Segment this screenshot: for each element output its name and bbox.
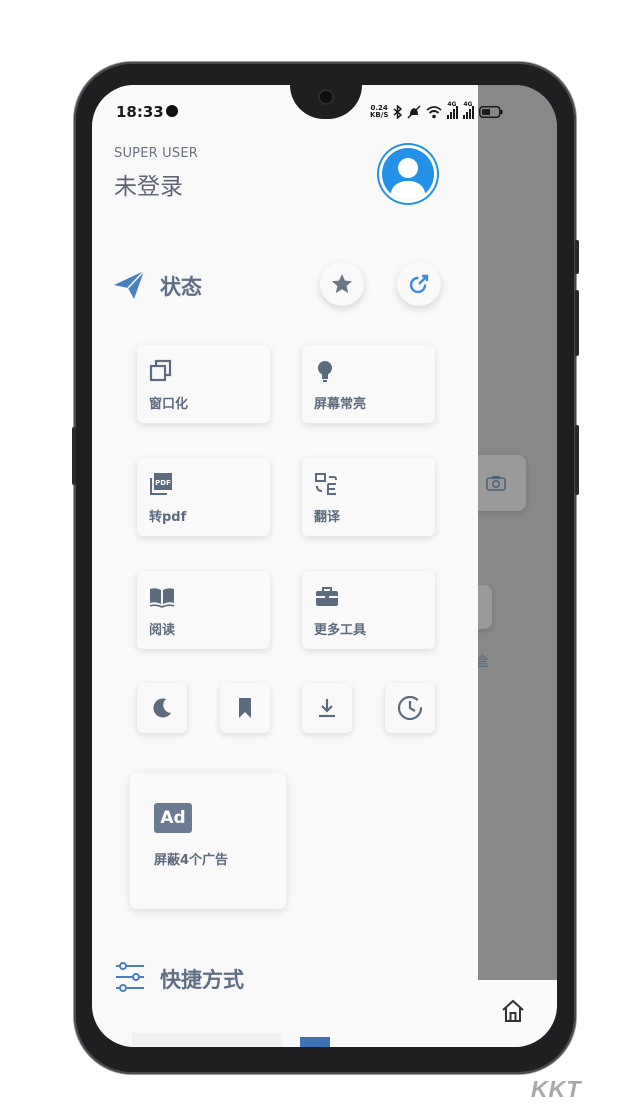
user-avatar[interactable] bbox=[382, 148, 434, 200]
status-time: 18:33 bbox=[116, 103, 164, 121]
shortcut-item-peek-2[interactable] bbox=[300, 1033, 450, 1047]
front-camera bbox=[320, 91, 332, 103]
star-icon bbox=[332, 274, 352, 293]
home-icon[interactable] bbox=[500, 998, 526, 1024]
tile-screen-on[interactable]: 屏幕常亮 bbox=[302, 345, 435, 423]
side-button bbox=[575, 290, 579, 356]
camera-icon bbox=[486, 476, 506, 491]
tile-to-pdf[interactable]: PDF 转pdf bbox=[137, 458, 270, 536]
user-role-label: SUPER USER bbox=[114, 146, 198, 161]
bluetooth-icon bbox=[393, 105, 403, 119]
moon-icon bbox=[153, 698, 171, 718]
briefcase-icon bbox=[316, 587, 338, 606]
share-button[interactable] bbox=[397, 262, 441, 306]
status-icons: 0.24 KB/S 4G 4G bbox=[370, 101, 503, 121]
history-button[interactable] bbox=[385, 683, 435, 733]
net-speed: 0.24 KB/S bbox=[370, 104, 389, 119]
signal-1: 4G bbox=[447, 101, 459, 119]
svg-text:PDF: PDF bbox=[155, 479, 171, 487]
ad-block-card[interactable]: Ad 屏蔽4个广告 bbox=[130, 773, 286, 909]
power-button bbox=[575, 240, 579, 274]
tile-label: 屏幕常亮 bbox=[314, 397, 367, 412]
battery-icon bbox=[479, 106, 503, 118]
shortcut-item-peek[interactable] bbox=[132, 1033, 282, 1047]
mute-bell-icon bbox=[407, 105, 421, 119]
pdf-icon: PDF bbox=[150, 473, 172, 495]
external-link-icon bbox=[409, 274, 429, 294]
tile-label: 更多工具 bbox=[314, 623, 367, 638]
night-mode-button[interactable] bbox=[137, 683, 187, 733]
login-status-title[interactable]: 未登录 bbox=[114, 167, 183, 201]
tile-label: 阅读 bbox=[149, 623, 176, 638]
notification-dot-icon bbox=[166, 105, 178, 117]
signal-2: 4G bbox=[463, 101, 475, 119]
tile-label: 窗口化 bbox=[149, 397, 189, 412]
network-type-2: 4G bbox=[463, 101, 473, 108]
tile-window-mode[interactable]: 窗口化 bbox=[137, 345, 270, 423]
download-icon bbox=[319, 699, 335, 718]
side-button-lower bbox=[575, 425, 579, 495]
tile-label: 转pdf bbox=[149, 510, 187, 525]
book-icon bbox=[149, 588, 175, 608]
phone-screen: 盒 18:33 0.24 KB/S 4G 4G SUPER USER 未登录 状… bbox=[92, 85, 557, 1047]
status-section-title: 状态 bbox=[160, 275, 202, 299]
ad-icon: Ad bbox=[154, 803, 192, 833]
network-type-1: 4G bbox=[447, 101, 457, 108]
bookmark-button[interactable] bbox=[220, 683, 270, 733]
wifi-icon bbox=[426, 105, 442, 118]
bookmark-icon bbox=[239, 698, 251, 718]
tile-reading[interactable]: 阅读 bbox=[137, 571, 270, 649]
tile-label: 翻译 bbox=[314, 510, 341, 525]
watermark-logo: KKT bbox=[531, 1076, 582, 1102]
window-icon bbox=[149, 359, 172, 382]
ad-block-label: 屏蔽4个广告 bbox=[154, 853, 229, 868]
history-icon bbox=[397, 695, 423, 721]
user-avatar-icon bbox=[390, 158, 426, 200]
tile-translate[interactable]: 翻译 bbox=[302, 458, 435, 536]
download-button[interactable] bbox=[302, 683, 352, 733]
favorites-button[interactable] bbox=[320, 262, 364, 306]
tile-more-tools[interactable]: 更多工具 bbox=[302, 571, 435, 649]
lightbulb-icon bbox=[318, 361, 332, 382]
navigation-drawer: 18:33 0.24 KB/S 4G 4G SUPER USER 未登录 状态 … bbox=[92, 85, 503, 1047]
paper-plane-icon bbox=[114, 270, 145, 299]
volume-button bbox=[72, 427, 76, 485]
shortcuts-section-title: 快捷方式 bbox=[160, 968, 244, 992]
sliders-icon bbox=[116, 962, 144, 992]
translate-icon bbox=[315, 473, 337, 495]
